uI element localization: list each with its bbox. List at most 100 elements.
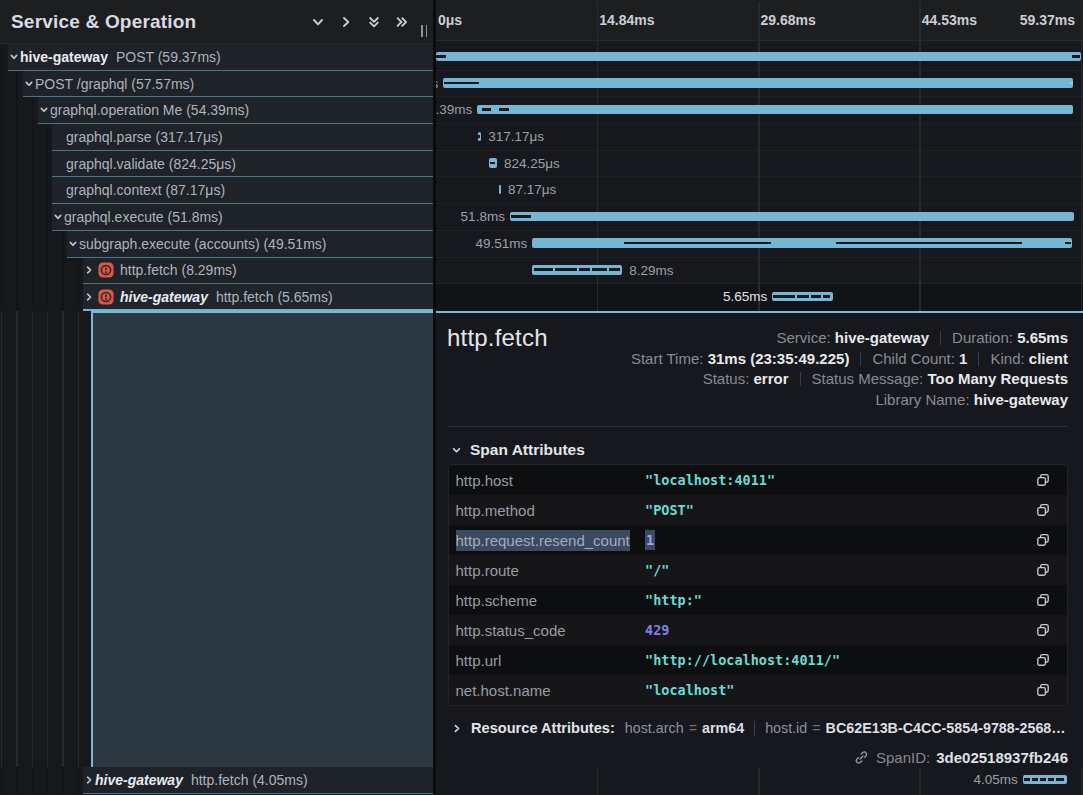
timeline-lane[interactable]: 4.05ms [436, 767, 1083, 794]
span-bar[interactable] [436, 52, 1081, 62]
span-detail-title: http.fetch [447, 324, 548, 352]
span-tree-row[interactable]: hive-gatewayhttp.fetch (4.05ms) [0, 767, 434, 794]
chevron-down-icon[interactable] [306, 10, 330, 34]
critical-path-mark [797, 295, 809, 298]
copy-icon[interactable] [1035, 652, 1051, 668]
span-name-cell: hive-gatewayPOST (59.37ms) [8, 44, 434, 71]
span-attributes-header[interactable]: Span Attributes [448, 439, 585, 461]
detail-meta-line: Start Time: 31ms (23:35:49.225)Child Cou… [631, 349, 1068, 370]
panel-divider[interactable] [433, 0, 436, 795]
span-detail-meta: Service: hive-gatewayDuration: 5.65msSta… [631, 328, 1068, 410]
span-tree-row[interactable]: graphql.parse (317.17μs) [0, 124, 434, 151]
chevron-down-icon [451, 445, 462, 456]
span-tree-row[interactable]: graphql.operation Me (54.39ms) [0, 97, 434, 124]
critical-path-mark [534, 268, 553, 271]
span-duration-label: 4.05ms [973, 767, 1017, 794]
ruler-tick-label: 29.68ms [761, 12, 816, 28]
critical-path-mark [436, 55, 446, 58]
attribute-row[interactable]: http.scheme"http:" [449, 585, 1067, 615]
timeline-lane[interactable]: 8.29ms [436, 258, 1083, 285]
ruler-tick-label: 14.84ms [599, 12, 654, 28]
span-duration-label: 49.51ms [475, 231, 527, 258]
span-tree-row[interactable]: http.fetch (8.29ms) [0, 258, 434, 285]
link-icon[interactable] [854, 750, 869, 765]
copy-icon[interactable] [1035, 472, 1051, 488]
expander-chevron-down-icon[interactable] [8, 44, 20, 70]
timeline-lane[interactable]: 51.8ms [436, 204, 1083, 231]
span-tree-row[interactable]: hive-gatewayPOST (59.37ms) [0, 44, 434, 71]
timeline-lane[interactable]: 57.57ms [436, 71, 1083, 98]
attribute-key: http.route [456, 562, 519, 579]
attribute-value: "http://localhost:4011/" [645, 652, 840, 668]
detail-row-gutter [0, 311, 434, 768]
expander-chevron-down-icon[interactable] [67, 231, 79, 257]
double-chevron-right-icon[interactable] [390, 10, 414, 34]
resource-attributes-row[interactable]: Resource Attributes:host.arch=arm64host.… [448, 717, 1066, 739]
tree-header: Service & Operation [0, 0, 434, 44]
span-id-label: SpanID: [876, 749, 930, 766]
error-icon [98, 289, 114, 305]
critical-path-mark [478, 135, 480, 138]
attribute-row[interactable]: http.host"localhost:4011" [449, 465, 1067, 495]
span-tree-row[interactable]: graphql.validate (824.25μs) [0, 151, 434, 178]
expander-chevron-down-icon[interactable] [52, 204, 64, 230]
expander-chevron-down-icon[interactable] [38, 97, 50, 123]
span-bar[interactable] [477, 105, 1072, 115]
attribute-row[interactable]: http.method"POST" [449, 495, 1067, 525]
service-name: hive-gateway [120, 289, 208, 305]
column-resizer-grip[interactable] [421, 25, 427, 37]
timeline-lane[interactable] [436, 44, 1083, 71]
span-tree-row[interactable]: graphql.execute (51.8ms) [0, 204, 434, 231]
span-tree-row[interactable]: subgraph.execute (accounts) (49.51ms) [0, 231, 434, 258]
resource-equals: = [812, 720, 820, 736]
timeline-lane[interactable]: 5.65ms [436, 284, 1083, 311]
copy-icon[interactable] [1035, 562, 1051, 578]
span-bar[interactable] [772, 292, 832, 302]
span-bar[interactable] [532, 238, 1071, 248]
timeline-lane[interactable]: 87.17μs [436, 177, 1083, 204]
copy-icon[interactable] [1035, 622, 1051, 638]
span-indent [0, 231, 67, 258]
meta-value: 31ms (23:35:49.225) [708, 350, 850, 367]
span-indent [0, 44, 8, 71]
span-bar[interactable] [478, 132, 482, 142]
span-bar[interactable] [489, 158, 497, 168]
operation-label: graphql.execute (51.8ms) [64, 209, 223, 225]
span-id-value: 3de02518937fb246 [936, 749, 1068, 766]
copy-icon[interactable] [1035, 682, 1051, 698]
double-chevron-down-icon[interactable] [362, 10, 386, 34]
resource-key: host.id [765, 720, 807, 736]
timeline-lane[interactable]: 54.39ms [436, 97, 1083, 124]
span-bar[interactable] [1023, 775, 1067, 785]
timeline-lane[interactable]: 49.51ms [436, 231, 1083, 258]
span-bar[interactable] [532, 265, 622, 275]
attribute-row[interactable]: http.route"/" [449, 555, 1067, 585]
span-bar[interactable] [510, 212, 1074, 222]
copy-icon[interactable] [1035, 532, 1051, 548]
meta-value: hive-gateway [974, 391, 1068, 408]
span-tree-row[interactable]: graphql.context (87.17μs) [0, 177, 434, 204]
timeline-lane[interactable]: 317.17μs [436, 124, 1083, 151]
span-bar[interactable] [499, 185, 501, 195]
meta-value: 5.65ms [1017, 329, 1068, 346]
attribute-row[interactable]: http.status_code429 [449, 615, 1067, 645]
attribute-value: "POST" [645, 502, 694, 518]
attribute-row[interactable]: http.request.resend_count1 [449, 525, 1067, 555]
expander-chevron-right-icon[interactable] [83, 767, 95, 793]
copy-icon[interactable] [1035, 592, 1051, 608]
span-bar[interactable] [443, 78, 1073, 88]
attribute-row[interactable]: net.host.name"localhost" [449, 675, 1067, 705]
span-tree-row[interactable]: POST /graphql (57.57ms) [0, 71, 434, 98]
attribute-row[interactable]: http.url"http://localhost:4011/" [449, 645, 1067, 675]
meta-separator [860, 352, 861, 366]
span-tree-row[interactable]: hive-gatewayhttp.fetch (5.65ms) [0, 284, 434, 311]
operation-label: subgraph.execute (accounts) (49.51ms) [79, 236, 326, 252]
timeline-lane[interactable]: 824.25μs [436, 151, 1083, 178]
chevron-right-icon[interactable] [334, 10, 358, 34]
expander-chevron-down-icon[interactable] [23, 71, 35, 97]
expander-chevron-right-icon[interactable] [83, 284, 95, 309]
copy-icon[interactable] [1035, 502, 1051, 518]
expander-chevron-right-icon[interactable] [83, 258, 95, 284]
critical-path-mark [609, 268, 620, 271]
meta-label: Library Name: [875, 391, 973, 408]
